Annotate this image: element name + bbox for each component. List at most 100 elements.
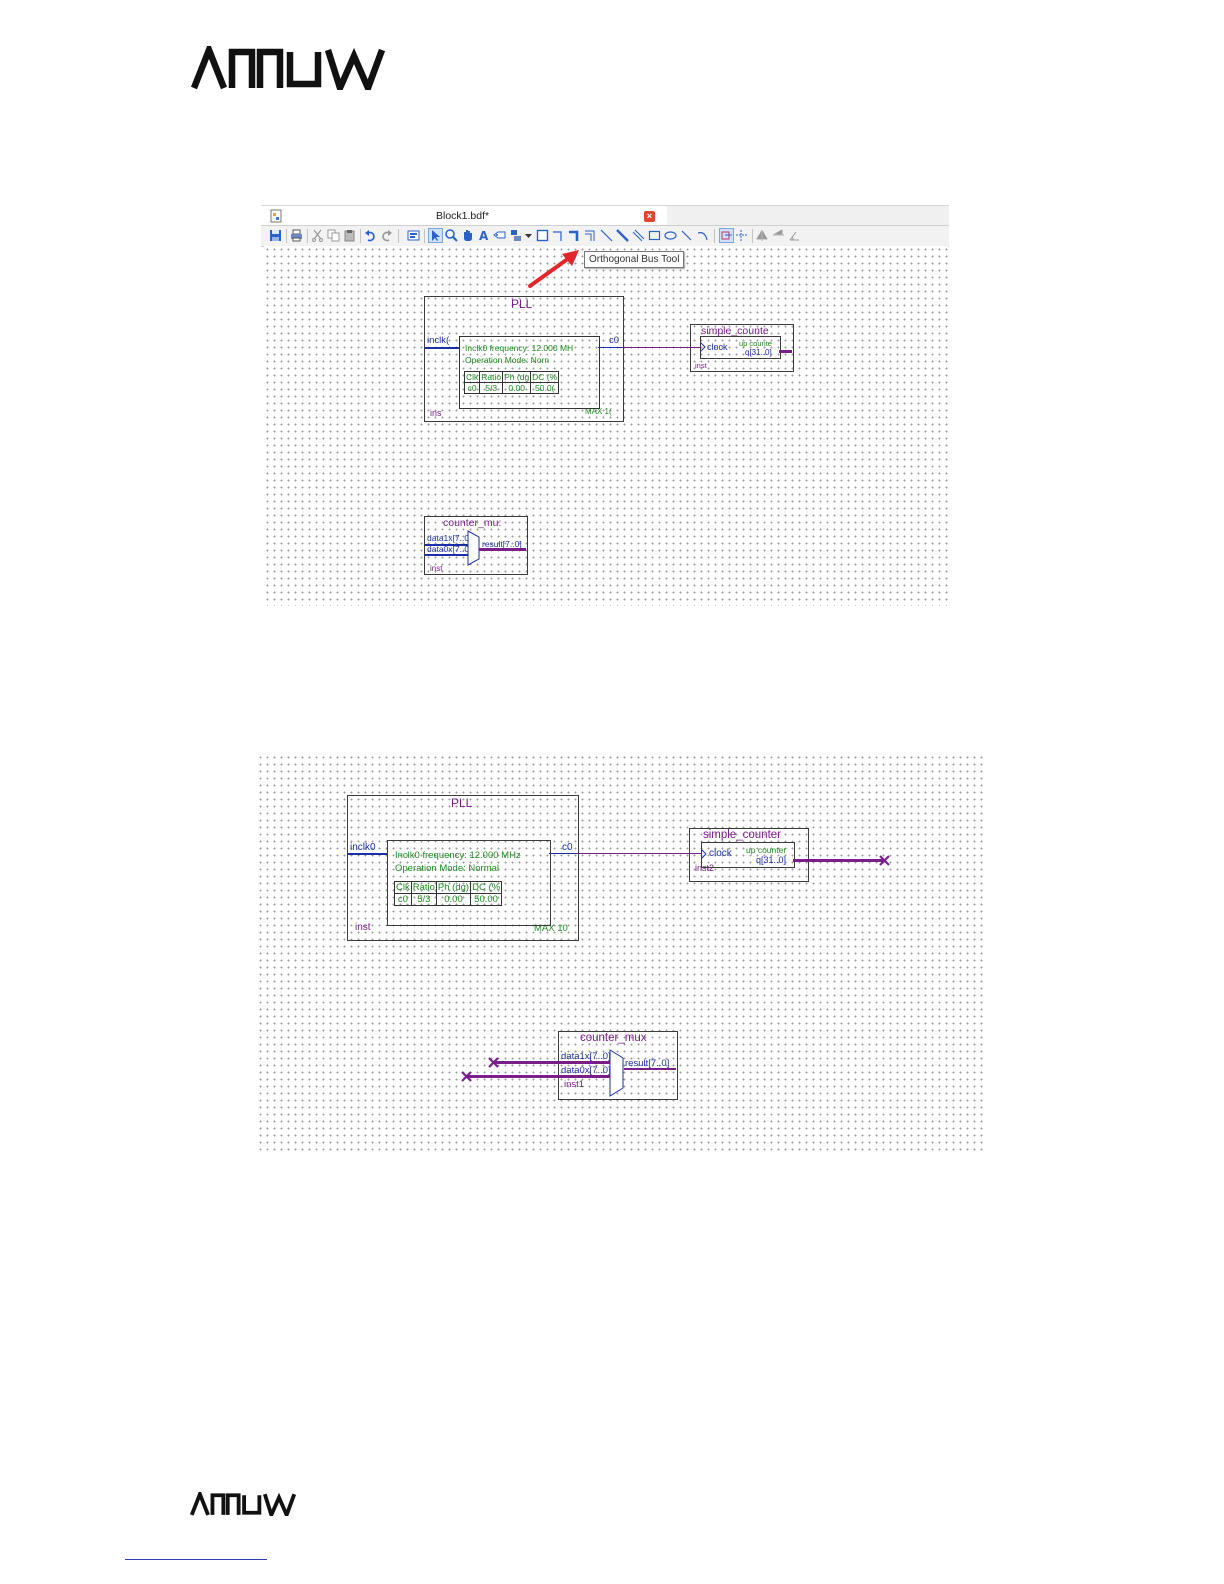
bdf-document-icon: [270, 209, 282, 223]
pll-inclk-port: inclk(: [427, 335, 450, 346]
hand-icon[interactable]: [461, 229, 474, 242]
pll-c0-port-2: c0: [562, 842, 573, 853]
redo-icon[interactable]: [380, 229, 393, 242]
pll-header-ratio: Ratio: [479, 371, 504, 383]
mux-symbol-icon-2: [609, 1049, 624, 1097]
x-mark-icon: [461, 1071, 472, 1082]
clock-triangle-icon: [700, 342, 706, 352]
paste-icon[interactable]: [343, 229, 356, 242]
mux-result-stub-2: [624, 1068, 676, 1070]
tab-title: Block1.bdf*: [436, 210, 490, 222]
orthogonal-conduit-icon[interactable]: [584, 229, 597, 242]
mux-data1x-wire-1: [425, 544, 468, 546]
diagonal-conduit-icon[interactable]: [632, 229, 645, 242]
counter-clock-port: clock: [707, 342, 728, 352]
pll-cell-ratio: 5/3: [479, 382, 504, 394]
pll-cell-dc-2: 50.00: [470, 893, 503, 906]
counter-q-bus-2: [793, 859, 883, 862]
pll-cell-dc: 50.0(: [530, 382, 560, 394]
pll-cell-clk: c0: [463, 382, 481, 394]
pll-param-table: Clk Ratio Ph (dg DC (% c0 5/3 0.00 50.0(: [463, 371, 560, 394]
counter-up-label: up counte: [739, 339, 772, 348]
mux-inst-label: inst: [430, 564, 443, 573]
counter-clock-port-2: clock: [709, 848, 732, 859]
pll-c0-port: c0: [609, 335, 620, 346]
counter-title-2: simple_counter: [703, 829, 781, 841]
text-icon[interactable]: A: [477, 229, 490, 242]
pll-header-ph-2: Ph (dg): [435, 881, 472, 894]
arrow-logo-icon: [190, 46, 386, 90]
x-mark-icon: [488, 1057, 499, 1068]
mux-data1x-bus-2: [493, 1061, 610, 1064]
rotate-icon[interactable]: [788, 229, 801, 242]
pll-frequency-text-2: Inclk0 frequency: 12.000 MHz: [395, 850, 521, 861]
footer-link-underline: [125, 1559, 267, 1560]
counter-inst-label: inst: [695, 361, 707, 370]
clock-triangle-icon-2: [701, 849, 707, 859]
save-icon[interactable]: [269, 229, 282, 242]
block-editor-toolbar: A: [261, 225, 949, 247]
counter-q-stub-1: [779, 350, 792, 353]
pll-mode-text: Operation Mode: Norn: [465, 355, 550, 365]
counter-inner-box-1: clock up counte q[31..0]: [700, 336, 781, 359]
pll-header-dc-2: DC (%: [470, 881, 503, 894]
diagonal-bus-icon[interactable]: [616, 229, 629, 242]
pll-param-box-2: Inclk0 frequency: 12.000 MHz Operation M…: [387, 840, 551, 926]
x-mark-icon: [879, 855, 890, 866]
pll-frequency-text: Inclk0 frequency: 12.000 MH: [465, 343, 574, 353]
pll-header-dc: DC (%: [530, 371, 560, 383]
pll-cell-ph-2: 0.00: [435, 893, 472, 906]
symbol-icon[interactable]: [407, 229, 420, 242]
select-icon[interactable]: [428, 228, 443, 243]
orthogonal-node-icon[interactable]: [552, 229, 565, 242]
mux-data1x-port: data1x[7..0]: [427, 533, 472, 543]
pll-cell-ratio-2: 5/3: [410, 893, 437, 906]
arrow-logo: [190, 46, 386, 90]
arc-icon[interactable]: [696, 229, 709, 242]
partial-line-icon[interactable]: [735, 229, 748, 242]
arrow-logo-footer: [189, 1492, 297, 1516]
pll-mode-text-2: Operation Mode: Normal: [395, 863, 500, 874]
pll-title: PLL: [511, 297, 533, 311]
symbol-tool-icon[interactable]: [509, 229, 522, 242]
line-icon[interactable]: [680, 229, 693, 242]
pll-header-ph: Ph (dg: [502, 371, 532, 383]
pll-header-clk-2: Clk: [394, 881, 412, 894]
red-arrow-icon: [528, 250, 579, 288]
flip-horizontal-icon[interactable]: [756, 229, 769, 242]
pll-param-table-2: Clk Ratio Ph (dg) DC (% c0 5/3 0.00 50.0…: [394, 881, 503, 906]
orthogonal-bus-tooltip: Orthogonal Bus Tool: [584, 251, 685, 268]
tab-bar: Block1.bdf* ×: [261, 205, 949, 226]
pin-icon[interactable]: [493, 229, 506, 242]
zoom-icon[interactable]: [445, 229, 458, 242]
pll-inclk-wire-2: [348, 853, 387, 855]
oval-icon[interactable]: [664, 229, 677, 242]
block-tool-icon[interactable]: [536, 229, 549, 242]
pll-inst-label: ins: [430, 408, 442, 418]
counter-inner-box-2: clock up counter q[31..0]: [701, 842, 795, 868]
print-icon[interactable]: [290, 229, 303, 242]
arrow-logo-footer-icon: [189, 1492, 297, 1516]
tab-block1[interactable]: Block1.bdf* ×: [261, 206, 668, 226]
close-icon[interactable]: ×: [644, 211, 655, 222]
orthogonal-bus-icon[interactable]: [568, 229, 581, 242]
cut-icon[interactable]: [311, 229, 324, 242]
rubberband-icon[interactable]: [719, 228, 734, 243]
copy-icon[interactable]: [327, 229, 340, 242]
pll-header-clk: Clk: [463, 371, 481, 383]
clock-wire-2: [577, 853, 701, 854]
clock-wire-1: [622, 347, 700, 348]
pll-cell-clk-2: c0: [394, 893, 412, 906]
pll-inst-label-2: inst: [355, 922, 371, 933]
counter-up-label-2: up counter: [746, 845, 787, 855]
mux-inst-label-2: inst1: [564, 1079, 585, 1090]
undo-icon[interactable]: [364, 229, 377, 242]
mux-title: counter_mu:: [443, 517, 502, 529]
pll-cell-ph: 0.00: [502, 382, 532, 394]
diagonal-node-icon[interactable]: [600, 229, 613, 242]
dropdown-icon[interactable]: [525, 229, 532, 242]
flip-vertical-icon[interactable]: [772, 229, 785, 242]
pll-inclk-wire: [425, 347, 459, 349]
rectangle-icon[interactable]: [648, 229, 661, 242]
mux-data0x-bus-2: [466, 1075, 610, 1078]
